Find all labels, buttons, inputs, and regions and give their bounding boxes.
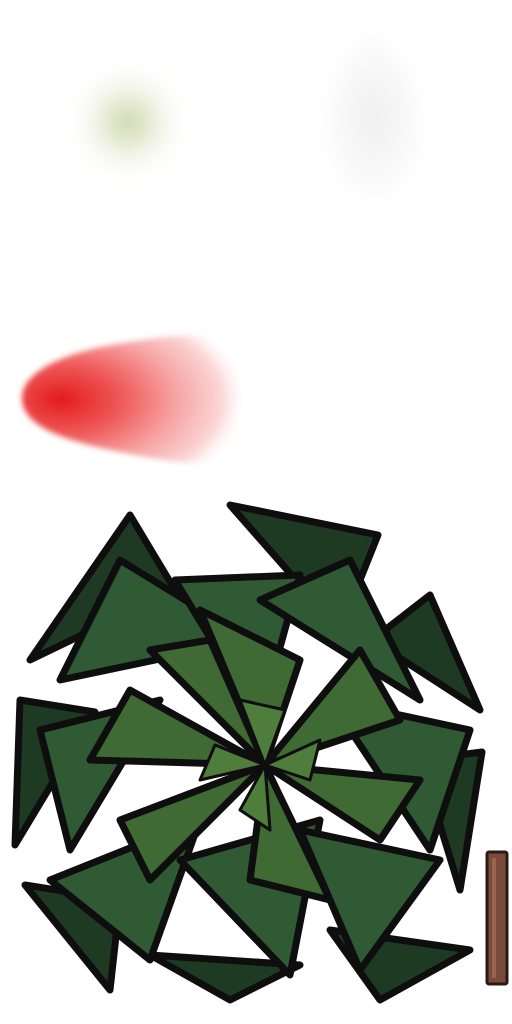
leafy-bush-icon (11, 501, 486, 1004)
wooden-stick-icon (485, 850, 509, 986)
red-flame-cone-icon (22, 335, 240, 464)
sprite-sheet (11, 18, 509, 1004)
pale-cone-glow-icon (320, 18, 428, 198)
soft-green-glow-icon (66, 60, 190, 184)
